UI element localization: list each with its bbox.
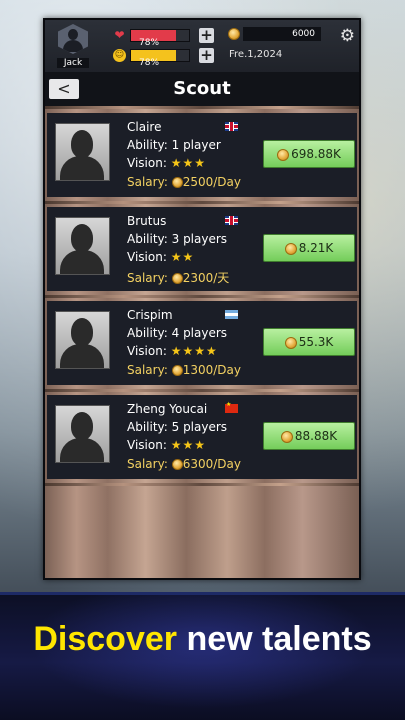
- candidate-vision: Vision: ★★: [127, 250, 194, 264]
- page-title: Scout: [173, 78, 231, 99]
- mood-row: ☺ 78% +: [113, 47, 214, 68]
- smile-icon: ☺: [113, 48, 126, 62]
- game-screen: Jack ❤ 78% + ☺ 78% + 6000 Fre.1,2024 ⚙ <: [43, 18, 361, 580]
- china-flag-icon: [225, 401, 238, 413]
- vision-label: Vision:: [127, 156, 167, 170]
- coin-icon: [171, 459, 183, 470]
- vision-label: Vision:: [127, 438, 167, 452]
- salary-value: 2500/Day: [182, 175, 241, 189]
- candidate-card: Brutus Ability: 3 players Vision: ★★ Sal…: [47, 207, 357, 291]
- candidate-salary: Salary: 2300/天: [127, 269, 229, 286]
- add-mood-button[interactable]: +: [199, 47, 214, 63]
- uk-flag-icon: [225, 122, 238, 131]
- vision-label: Vision:: [127, 344, 167, 358]
- mood-bar: 78%: [130, 48, 190, 68]
- hire-button[interactable]: 55.3K: [263, 328, 355, 356]
- star-icon: ★★★★: [170, 344, 218, 358]
- promo-banner: Discover new talents: [0, 592, 405, 720]
- candidate-ability: Ability: 5 players: [127, 420, 228, 434]
- candidate-card: Crispim Ability: 4 players Vision: ★★★★ …: [47, 301, 357, 385]
- price-value: 8.21K: [298, 241, 334, 255]
- vision-label: Vision:: [127, 250, 167, 264]
- portrait-silhouette-icon: [55, 311, 110, 369]
- health-bar: 78%: [130, 28, 190, 48]
- candidate-card: Zheng Youcai Ability: 5 players Vision: …: [47, 395, 357, 479]
- salary-value: 1300/Day: [182, 363, 241, 377]
- gear-icon[interactable]: ⚙: [340, 26, 355, 46]
- candidate-vision: Vision: ★★★★: [127, 344, 218, 358]
- star-icon: ★★★: [170, 156, 206, 170]
- coin-icon: [171, 365, 183, 376]
- player-avatar-button[interactable]: Jack: [55, 24, 91, 68]
- player-name: Jack: [57, 58, 89, 68]
- scout-list: Claire Ability: 1 player Vision: ★★★ Sal…: [45, 106, 359, 578]
- banner-headline: Discover new talents: [0, 620, 405, 659]
- candidate-ability: Ability: 3 players: [127, 232, 228, 246]
- coin-icon: [228, 28, 240, 40]
- hire-button[interactable]: 88.88K: [263, 422, 355, 450]
- portrait-silhouette-icon: [55, 405, 110, 463]
- salary-label: Salary:: [127, 271, 168, 285]
- portrait-silhouette-icon: [55, 123, 110, 181]
- price-value: 88.88K: [294, 429, 338, 443]
- candidate-name: Claire: [127, 120, 162, 134]
- salary-label: Salary:: [127, 363, 168, 377]
- coin-icon: [280, 430, 293, 443]
- salary-label: Salary:: [127, 457, 168, 471]
- coin-icon: [171, 177, 183, 188]
- star-icon: ★★: [170, 250, 195, 264]
- candidate-name: Brutus: [127, 214, 167, 228]
- game-date: Fre.1,2024: [229, 49, 283, 60]
- hire-button[interactable]: 698.88K: [263, 140, 355, 168]
- candidate-vision: Vision: ★★★: [127, 438, 206, 452]
- portrait-silhouette-icon: [55, 217, 110, 275]
- price-value: 55.3K: [298, 335, 334, 349]
- add-health-button[interactable]: +: [199, 27, 214, 43]
- candidate-ability: Ability: 1 player: [127, 138, 221, 152]
- uk-flag-icon: [225, 216, 238, 225]
- avatar-icon: [58, 24, 88, 54]
- coin-icon: [284, 336, 297, 349]
- candidate-name: Crispim: [127, 308, 173, 322]
- mood-value: 78%: [139, 57, 160, 68]
- candidate-salary: Salary: 1300/Day: [127, 363, 241, 377]
- star-icon: ★★★: [170, 438, 206, 452]
- candidate-name: Zheng Youcai: [127, 402, 208, 416]
- coin-icon: [284, 242, 297, 255]
- price-value: 698.88K: [291, 147, 341, 161]
- salary-value: 2300/天: [182, 271, 230, 285]
- candidate-salary: Salary: 2500/Day: [127, 175, 241, 189]
- health-value: 78%: [139, 37, 160, 48]
- salary-value: 6300/Day: [182, 457, 241, 471]
- banner-word-new-talents: new talents: [186, 620, 372, 658]
- hire-button[interactable]: 8.21K: [263, 234, 355, 262]
- candidate-card: Claire Ability: 1 player Vision: ★★★ Sal…: [47, 113, 357, 197]
- health-row: ❤ 78% +: [113, 27, 214, 48]
- coin-icon: [171, 273, 183, 284]
- coin-icon: [277, 148, 290, 161]
- salary-label: Salary:: [127, 175, 168, 189]
- title-bar: < Scout: [45, 72, 359, 106]
- candidate-vision: Vision: ★★★: [127, 156, 206, 170]
- banner-word-discover: Discover: [33, 620, 177, 658]
- status-bar: Jack ❤ 78% + ☺ 78% + 6000 Fre.1,2024 ⚙: [45, 20, 359, 72]
- candidate-salary: Salary: 6300/Day: [127, 457, 241, 471]
- heart-icon: ❤: [114, 27, 125, 42]
- argentina-flag-icon: [225, 310, 238, 319]
- money-display: 6000: [228, 27, 321, 41]
- money-value: 6000: [243, 27, 321, 41]
- candidate-ability: Ability: 4 players: [127, 326, 228, 340]
